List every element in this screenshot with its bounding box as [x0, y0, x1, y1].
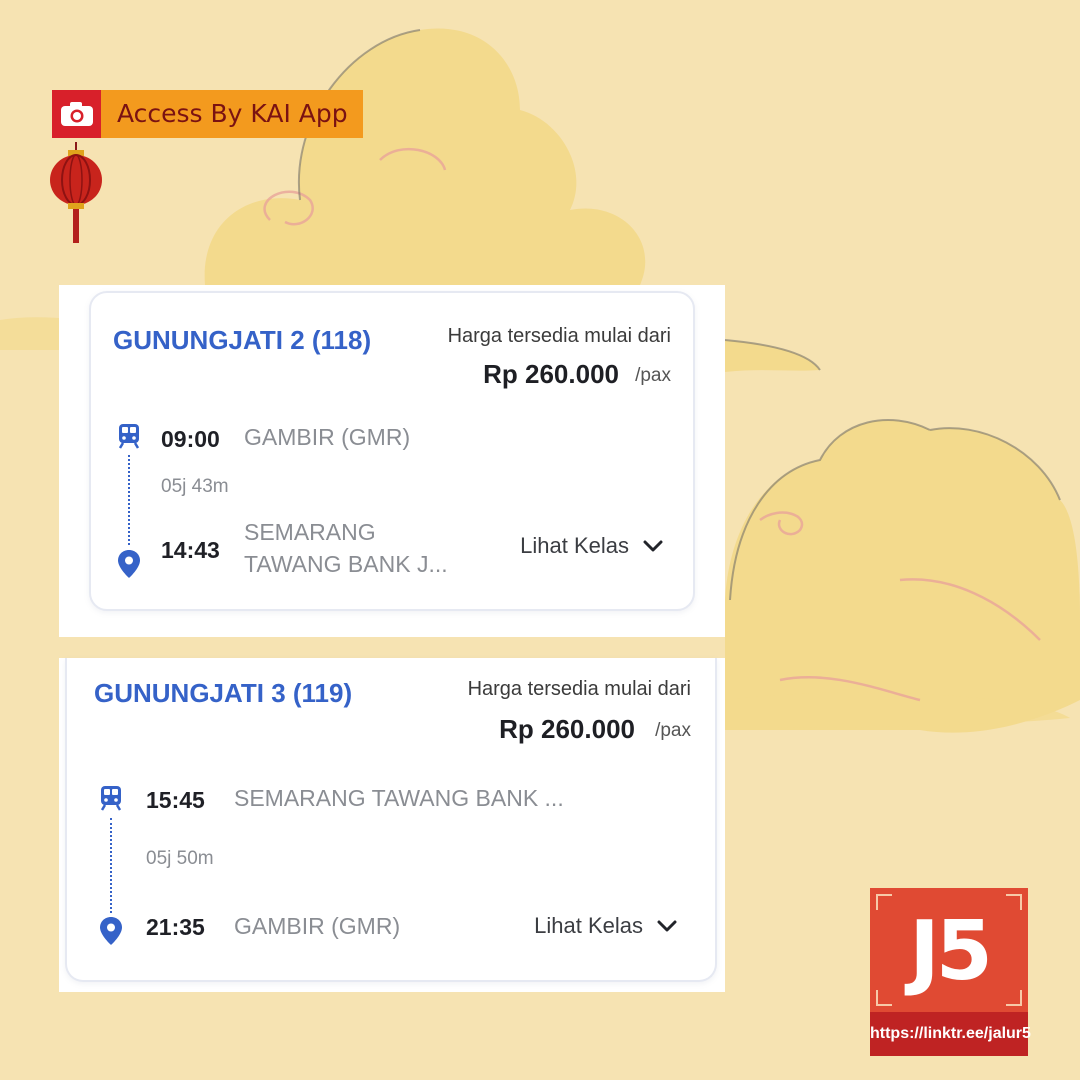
- location-pin-icon: [118, 550, 140, 578]
- train-name: GUNUNGJATI 3 (119): [94, 678, 353, 708]
- route-line: [128, 455, 130, 545]
- badge-label: Access By KAI App: [101, 90, 363, 138]
- arrival-time: 14:43: [161, 537, 220, 563]
- see-class-label: Lihat Kelas: [534, 913, 643, 938]
- trip-duration: 05j 50m: [146, 848, 214, 869]
- ticket-price: Rp 260.000: [483, 359, 619, 389]
- chevron-down-icon: [643, 540, 663, 552]
- departure-station: GAMBIR (GMR): [244, 424, 411, 450]
- arrival-station: GAMBIR (GMR): [234, 913, 401, 939]
- logo-url[interactable]: https://linktr.ee/jalur5: [870, 1012, 1031, 1056]
- jalur5-logo: J5 https://linktr.ee/jalur5: [870, 888, 1031, 1056]
- camera-icon: [52, 90, 101, 138]
- see-class-button[interactable]: Lihat Kelas: [534, 913, 677, 939]
- see-class-button[interactable]: Lihat Kelas: [520, 533, 663, 559]
- train-card[interactable]: GUNUNGJATI 2 (118) Harga tersedia mulai …: [89, 291, 695, 611]
- red-lantern-icon: [50, 142, 102, 243]
- train-icon: [118, 424, 140, 449]
- arrival-station-line1: SEMARANG: [244, 519, 376, 545]
- see-class-label: Lihat Kelas: [520, 533, 629, 558]
- arrival-time: 21:35: [146, 914, 205, 940]
- departure-station: SEMARANG TAWANG BANK ...: [234, 785, 564, 811]
- price-caption: Harga tersedia mulai dari: [447, 325, 671, 347]
- logo-mark: J5: [909, 904, 993, 999]
- access-by-kai-app-badge: Access By KAI App: [52, 90, 363, 138]
- location-pin-icon: [100, 917, 122, 945]
- chevron-down-icon: [657, 920, 677, 932]
- train-panel-2: GUNUNGJATI 3 (119) Harga tersedia mulai …: [59, 658, 725, 992]
- arrival-station-line2: TAWANG BANK J...: [244, 551, 448, 577]
- trip-duration: 05j 43m: [161, 476, 229, 497]
- departure-time: 15:45: [146, 787, 205, 813]
- train-name: GUNUNGJATI 2 (118): [113, 325, 372, 355]
- ticket-price: Rp 260.000: [499, 714, 635, 744]
- price-unit: /pax: [655, 720, 691, 741]
- train-panel-1: GUNUNGJATI 2 (118) Harga tersedia mulai …: [59, 285, 725, 637]
- train-card[interactable]: GUNUNGJATI 3 (119) Harga tersedia mulai …: [65, 658, 717, 982]
- price-caption: Harga tersedia mulai dari: [467, 678, 691, 700]
- train-icon: [100, 786, 122, 811]
- departure-time: 09:00: [161, 426, 220, 452]
- price-unit: /pax: [635, 365, 671, 386]
- route-line: [110, 818, 112, 913]
